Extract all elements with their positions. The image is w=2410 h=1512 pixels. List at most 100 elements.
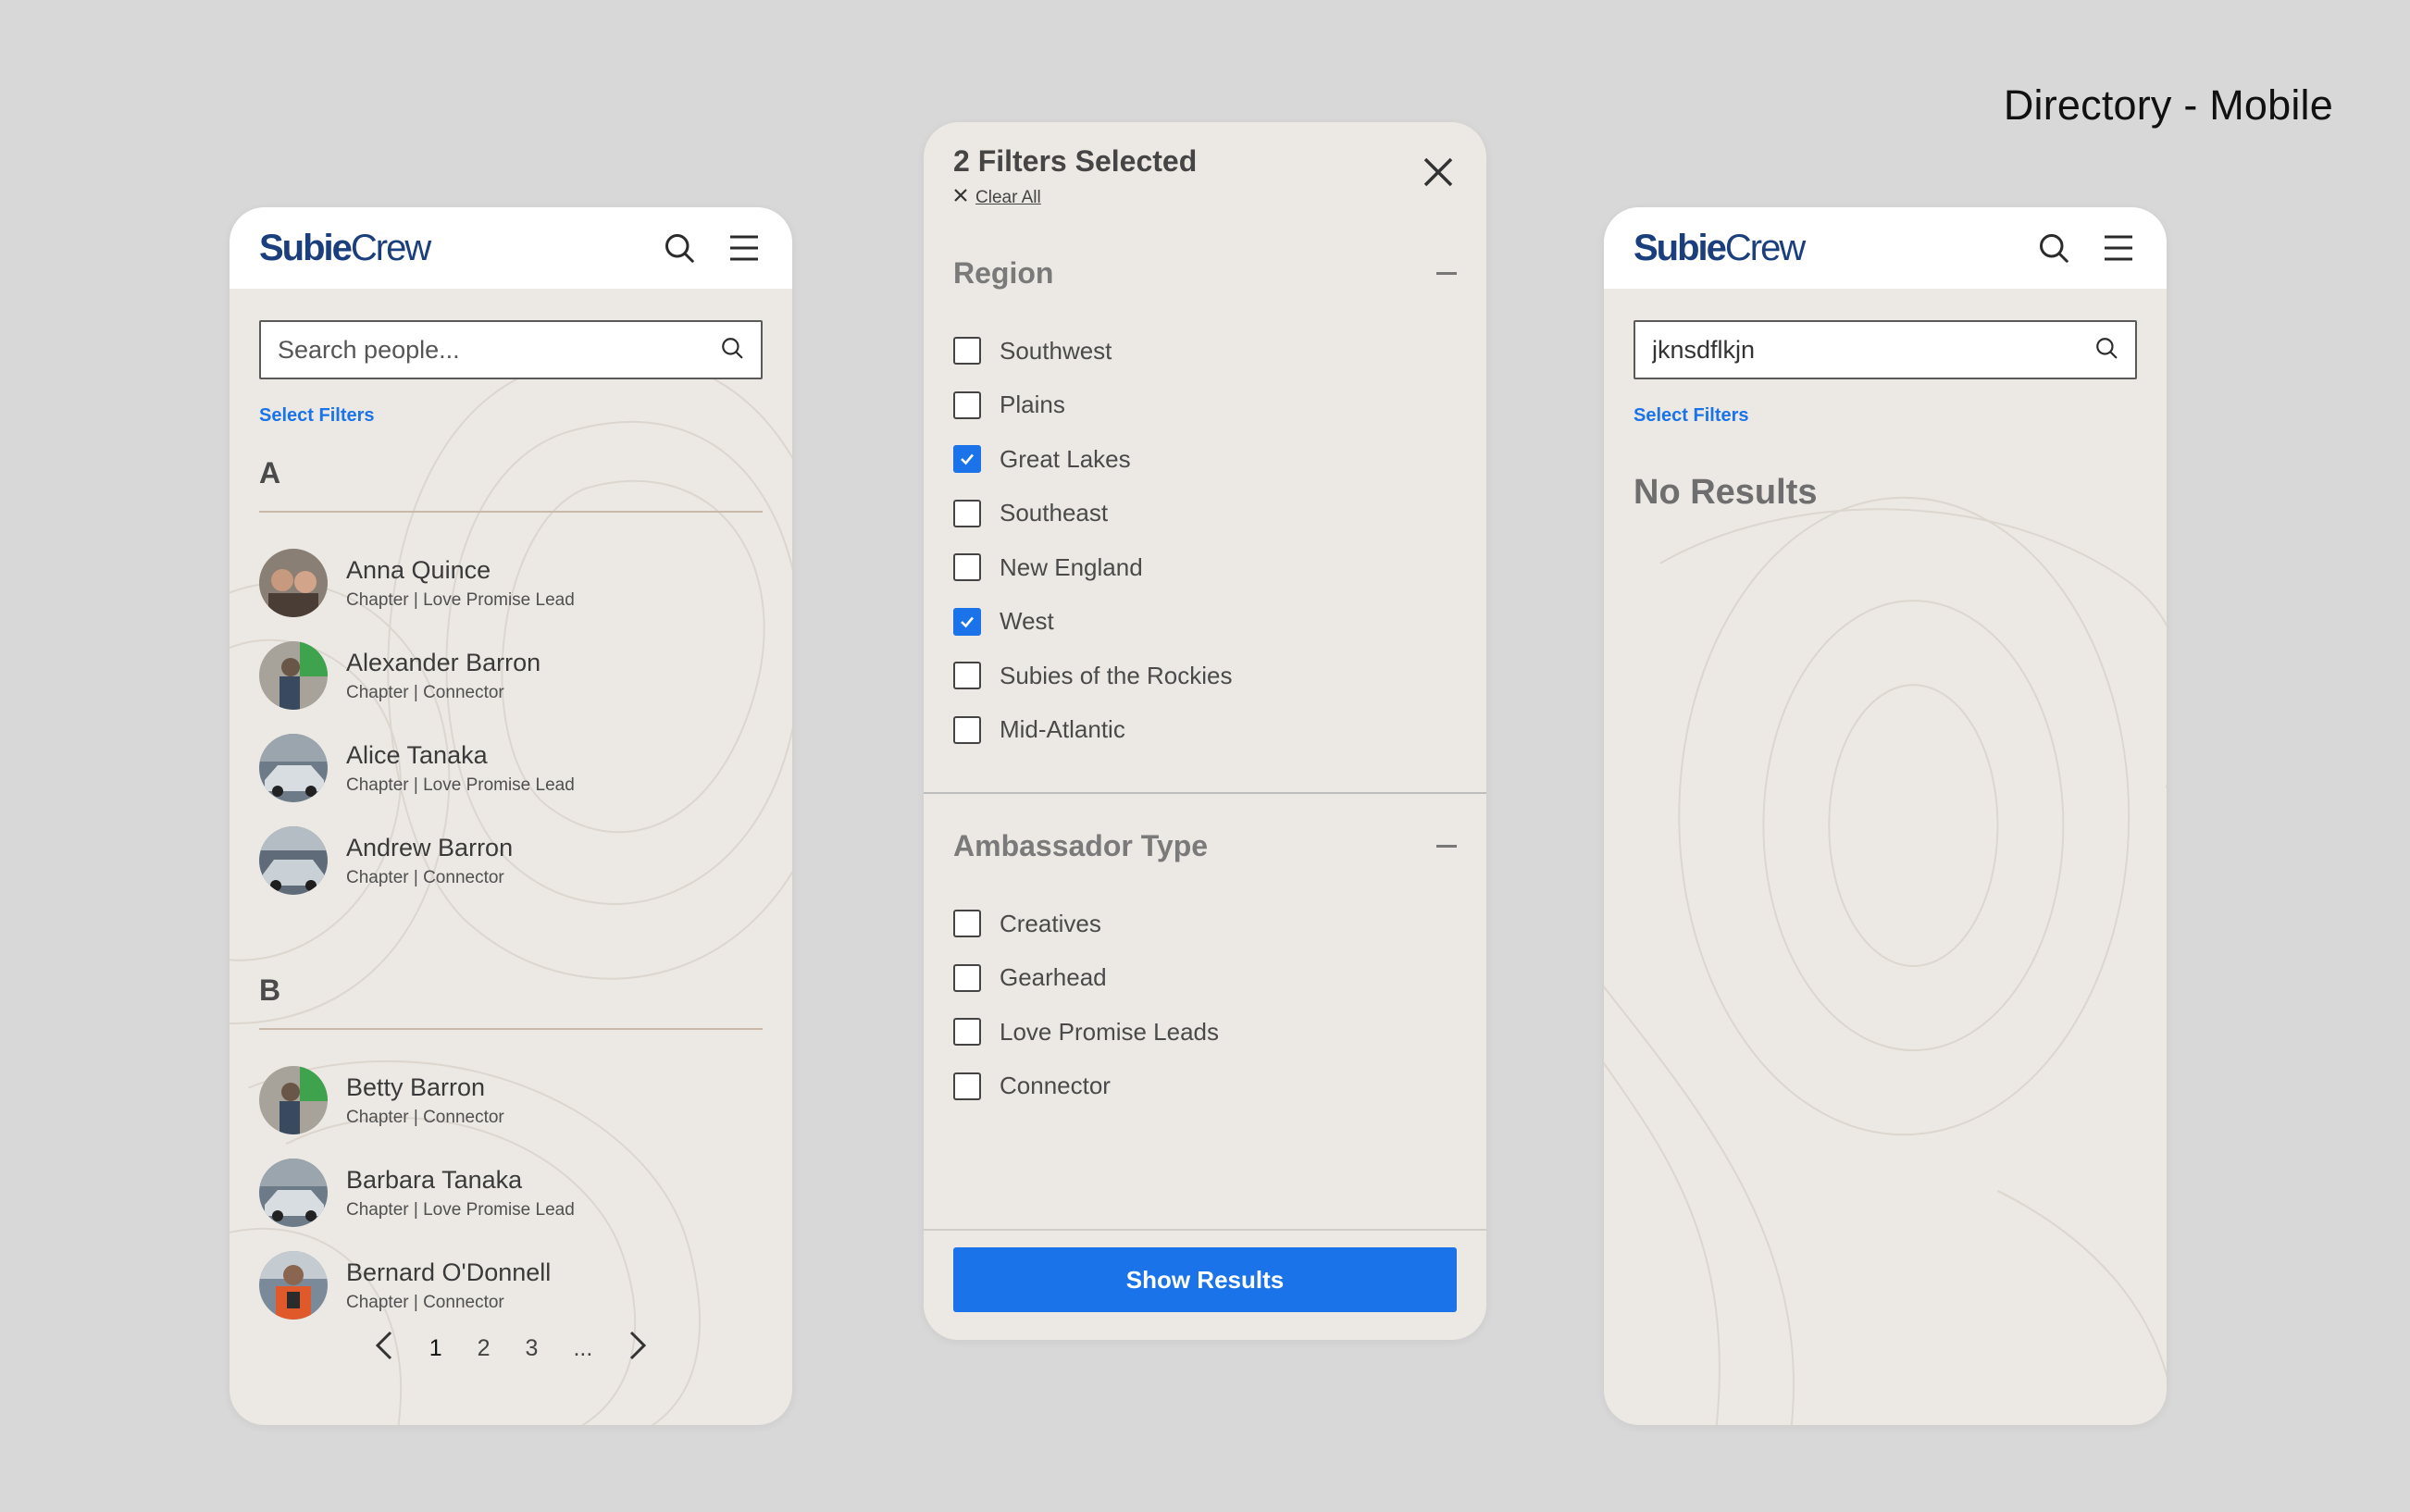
person-row[interactable]: Alexander Barron Chapter | Connector [259, 629, 763, 722]
filter-option[interactable]: Southwest [953, 324, 1457, 378]
checkbox-checked[interactable] [953, 445, 981, 474]
checkbox-checked[interactable] [953, 607, 981, 636]
person-row[interactable]: Bernard O'Donnell Chapter | Connector [259, 1239, 763, 1332]
select-filters-link[interactable]: Select Filters [259, 405, 375, 427]
search-field[interactable] [1634, 320, 2137, 379]
minus-icon[interactable] [1436, 845, 1457, 848]
person-role: Chapter | Love Promise Lead [346, 589, 575, 610]
no-results-screen: SubieCrew Select Filters No Results [1604, 207, 2167, 1425]
person-name: Alice Tanaka [346, 740, 488, 769]
clear-all-button[interactable]: Clear All [953, 188, 1457, 208]
checkbox[interactable] [953, 963, 981, 992]
filter-option[interactable]: New England [953, 540, 1457, 595]
close-panel-icon[interactable] [1420, 154, 1457, 191]
checkbox[interactable] [953, 910, 981, 938]
person-row[interactable]: Barbara Tanaka Chapter | Love Promise Le… [259, 1146, 763, 1239]
filter-option[interactable]: Plains [953, 378, 1457, 433]
checkbox[interactable] [953, 662, 981, 690]
filter-option-label: Southeast [1000, 499, 1109, 527]
page-ellipsis[interactable]: ... [573, 1335, 592, 1362]
filter-option-label: New England [1000, 552, 1143, 581]
divider [924, 792, 1486, 794]
search-icon[interactable] [2094, 336, 2118, 365]
logo[interactable]: SubieCrew [259, 228, 431, 269]
ambassador-section-header[interactable]: Ambassador Type [924, 829, 1486, 863]
person-role: Chapter | Connector [346, 1292, 504, 1312]
divider [259, 1028, 763, 1030]
filter-option[interactable]: Southeast [953, 487, 1457, 541]
ambassador-type-title: Ambassador Type [953, 829, 1209, 862]
chevron-left-icon[interactable] [374, 1330, 394, 1368]
search-icon[interactable] [661, 229, 698, 266]
check-icon [961, 616, 974, 628]
region-options: Southwest Plains Great Lakes Southeast New E… [924, 324, 1486, 757]
person-row[interactable]: Alice Tanaka Chapter | Love Promise Lead [259, 722, 763, 814]
filter-option-label: Connector [1000, 1072, 1111, 1100]
person-row[interactable]: Anna Quince Chapter | Love Promise Lead [259, 537, 763, 629]
close-icon [953, 188, 968, 208]
avatar [259, 641, 328, 710]
app-header: SubieCrew [1604, 207, 2167, 289]
search-input[interactable] [278, 335, 720, 365]
person-row[interactable]: Betty Barron Chapter | Connector [259, 1054, 763, 1146]
directory-screen: SubieCrew Select Filters A Anna Quince C… [230, 207, 792, 1425]
avatar [259, 549, 328, 617]
person-row[interactable]: Andrew Barron Chapter | Connector [259, 814, 763, 907]
hamburger-menu-icon[interactable] [2100, 229, 2137, 266]
divider [259, 511, 763, 513]
region-title: Region [953, 256, 1054, 290]
minus-icon[interactable] [1436, 272, 1457, 275]
filter-option[interactable]: West [953, 595, 1457, 650]
checkbox[interactable] [953, 1018, 981, 1047]
avatar [259, 734, 328, 802]
search-icon[interactable] [720, 336, 744, 365]
checkbox[interactable] [953, 390, 981, 419]
filter-option-label: Plains [1000, 390, 1065, 419]
filter-panel: 2 Filters Selected Clear All Region Sout… [924, 122, 1486, 1340]
filter-option[interactable]: Gearhead [953, 951, 1457, 1006]
person-name: Andrew Barron [346, 833, 514, 861]
filter-option[interactable]: Mid-Atlantic [953, 703, 1457, 758]
filter-option-label: Creatives [1000, 909, 1101, 937]
checkbox[interactable] [953, 337, 981, 366]
filter-option[interactable]: Subies of the Rockies [953, 649, 1457, 703]
hamburger-menu-icon[interactable] [726, 229, 763, 266]
person-name: Bernard O'Donnell [346, 1258, 552, 1286]
page-3[interactable]: 3 [526, 1335, 539, 1362]
clear-all-label: Clear All [975, 188, 1041, 207]
chevron-right-icon[interactable] [627, 1330, 648, 1368]
page-1[interactable]: 1 [429, 1335, 442, 1362]
checkbox[interactable] [953, 499, 981, 527]
filter-option-label: West [1000, 607, 1054, 636]
search-icon[interactable] [2035, 229, 2072, 266]
region-section-header[interactable]: Region [924, 256, 1486, 291]
checkbox[interactable] [953, 1072, 981, 1100]
panel-footer: Show Results [924, 1229, 1486, 1340]
avatar [259, 826, 328, 895]
person-role: Chapter | Connector [346, 867, 504, 887]
person-name: Anna Quince [346, 555, 491, 584]
no-results-message: No Results [1634, 473, 1818, 512]
page-2[interactable]: 2 [478, 1335, 491, 1362]
filter-option[interactable]: Love Promise Leads [953, 1005, 1457, 1060]
person-role: Chapter | Connector [346, 1107, 504, 1127]
person-role: Chapter | Love Promise Lead [346, 1199, 575, 1220]
search-input[interactable] [1652, 335, 2094, 365]
logo[interactable]: SubieCrew [1634, 228, 1806, 269]
person-name: Betty Barron [346, 1072, 486, 1101]
avatar [259, 1066, 328, 1134]
filter-option-label: Love Promise Leads [1000, 1017, 1220, 1046]
show-results-button[interactable]: Show Results [953, 1247, 1457, 1312]
filter-option-label: Gearhead [1000, 963, 1107, 992]
pagination: 1 2 3 ... [230, 1330, 792, 1368]
person-name: Alexander Barron [346, 648, 541, 676]
avatar [259, 1251, 328, 1320]
filter-option[interactable]: Connector [953, 1060, 1457, 1114]
filter-option[interactable]: Great Lakes [953, 432, 1457, 487]
checkbox[interactable] [953, 715, 981, 744]
checkbox[interactable] [953, 553, 981, 582]
search-field[interactable] [259, 320, 763, 379]
person-role: Chapter | Love Promise Lead [346, 775, 575, 795]
select-filters-link[interactable]: Select Filters [1634, 405, 1749, 427]
filter-option[interactable]: Creatives [953, 897, 1457, 951]
